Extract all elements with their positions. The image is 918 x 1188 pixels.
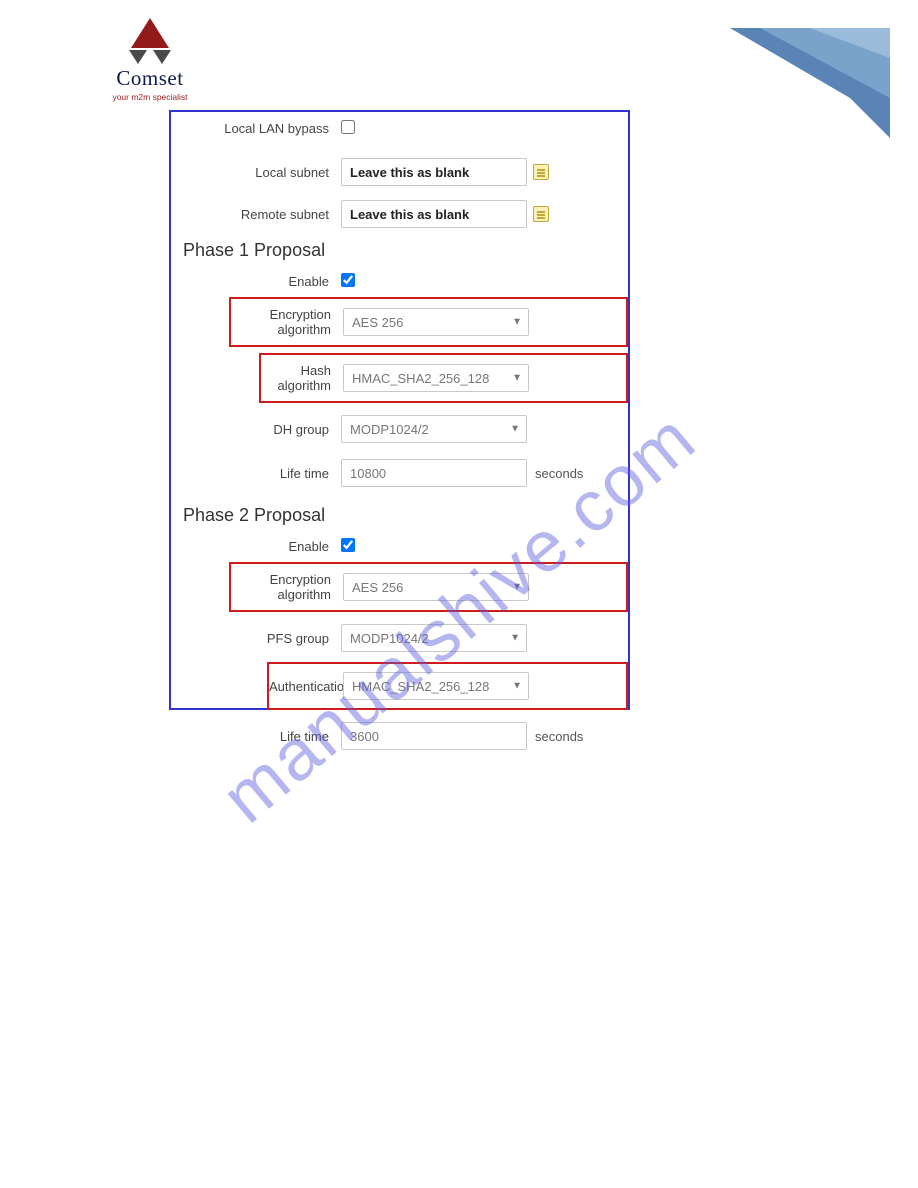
note-icon[interactable] [533, 164, 549, 180]
row-p2-enc: Encryption algorithm AES 256 ▼ [231, 568, 622, 606]
row-p1-life: Life time seconds [171, 455, 628, 491]
select-p2-auth-value: HMAC_SHA2_256_128 [352, 679, 489, 694]
row-p2-life: Life time seconds [171, 718, 628, 754]
chevron-down-icon: ▼ [512, 317, 522, 328]
label-p2-enable: Enable [171, 539, 341, 554]
row-lan-bypass: Local LAN bypass [171, 112, 628, 144]
select-p1-enc[interactable]: AES 256 ▼ [343, 308, 529, 336]
highlight-p1-enc: Encryption algorithm AES 256 ▼ [229, 297, 628, 347]
select-p2-auth[interactable]: HMAC_SHA2_256_128 ▼ [343, 672, 529, 700]
unit-p2-life: seconds [535, 729, 583, 744]
row-p1-hash: Hash algorithm HMAC_SHA2_256_128 ▼ [261, 359, 622, 397]
brand-tagline: your m2m specialist [105, 92, 195, 102]
select-p2-enc[interactable]: AES 256 ▼ [343, 573, 529, 601]
label-lan-bypass: Local LAN bypass [171, 121, 341, 136]
highlight-p2-enc: Encryption algorithm AES 256 ▼ [229, 562, 628, 612]
highlight-p2-auth: Authentication HMAC_SHA2_256_128 ▼ [267, 662, 628, 710]
select-p2-enc-value: AES 256 [352, 580, 403, 595]
label-p1-enable: Enable [171, 274, 341, 289]
input-p1-life[interactable] [341, 459, 527, 487]
row-p1-enc: Encryption algorithm AES 256 ▼ [231, 303, 622, 341]
row-p2-auth: Authentication HMAC_SHA2_256_128 ▼ [269, 668, 622, 704]
checkbox-p2-enable[interactable] [341, 538, 355, 552]
select-p1-hash[interactable]: HMAC_SHA2_256_128 ▼ [343, 364, 529, 392]
checkbox-lan-bypass[interactable] [341, 120, 355, 134]
label-p1-dh: DH group [171, 422, 341, 437]
select-p1-dh[interactable]: MODP1024/2 ▼ [341, 415, 527, 443]
highlight-p1-hash: Hash algorithm HMAC_SHA2_256_128 ▼ [259, 353, 628, 403]
input-p2-life[interactable] [341, 722, 527, 750]
label-p2-enc: Encryption algorithm [231, 572, 343, 602]
select-p1-enc-value: AES 256 [352, 315, 403, 330]
row-p1-dh: DH group MODP1024/2 ▼ [171, 411, 628, 447]
input-local-subnet[interactable] [341, 158, 527, 186]
label-p2-pfs: PFS group [171, 631, 341, 646]
label-p1-life: Life time [171, 466, 341, 481]
corner-decoration [720, 28, 890, 148]
chevron-down-icon: ▼ [512, 582, 522, 593]
chevron-down-icon: ▼ [512, 681, 522, 692]
select-p2-pfs-value: MODP1024/2 [350, 631, 429, 646]
note-icon[interactable] [533, 206, 549, 222]
label-local-subnet: Local subnet [171, 165, 341, 180]
label-remote-subnet: Remote subnet [171, 207, 341, 222]
brand-name: Comset [105, 66, 195, 91]
chevron-down-icon: ▼ [510, 424, 520, 435]
row-local-subnet: Local subnet [171, 154, 628, 190]
unit-p1-life: seconds [535, 466, 583, 481]
select-p1-hash-value: HMAC_SHA2_256_128 [352, 371, 489, 386]
brand-logo: Comset your m2m specialist [105, 16, 195, 102]
row-p1-enable: Enable [171, 265, 628, 297]
select-p2-pfs[interactable]: MODP1024/2 ▼ [341, 624, 527, 652]
chevron-down-icon: ▼ [512, 373, 522, 384]
row-p2-pfs: PFS group MODP1024/2 ▼ [171, 620, 628, 656]
label-p1-enc: Encryption algorithm [231, 307, 343, 337]
chevron-down-icon: ▼ [510, 633, 520, 644]
phase1-title: Phase 1 Proposal [171, 232, 628, 265]
config-panel: Local LAN bypass Local subnet Remote sub… [169, 110, 630, 710]
input-remote-subnet[interactable] [341, 200, 527, 228]
row-remote-subnet: Remote subnet [171, 196, 628, 232]
label-p1-hash: Hash algorithm [261, 363, 343, 393]
label-p2-life: Life time [171, 729, 341, 744]
phase2-title: Phase 2 Proposal [171, 497, 628, 530]
select-p1-dh-value: MODP1024/2 [350, 422, 429, 437]
row-p2-enable: Enable [171, 530, 628, 562]
checkbox-p1-enable[interactable] [341, 273, 355, 287]
label-p2-auth: Authentication [269, 679, 343, 694]
